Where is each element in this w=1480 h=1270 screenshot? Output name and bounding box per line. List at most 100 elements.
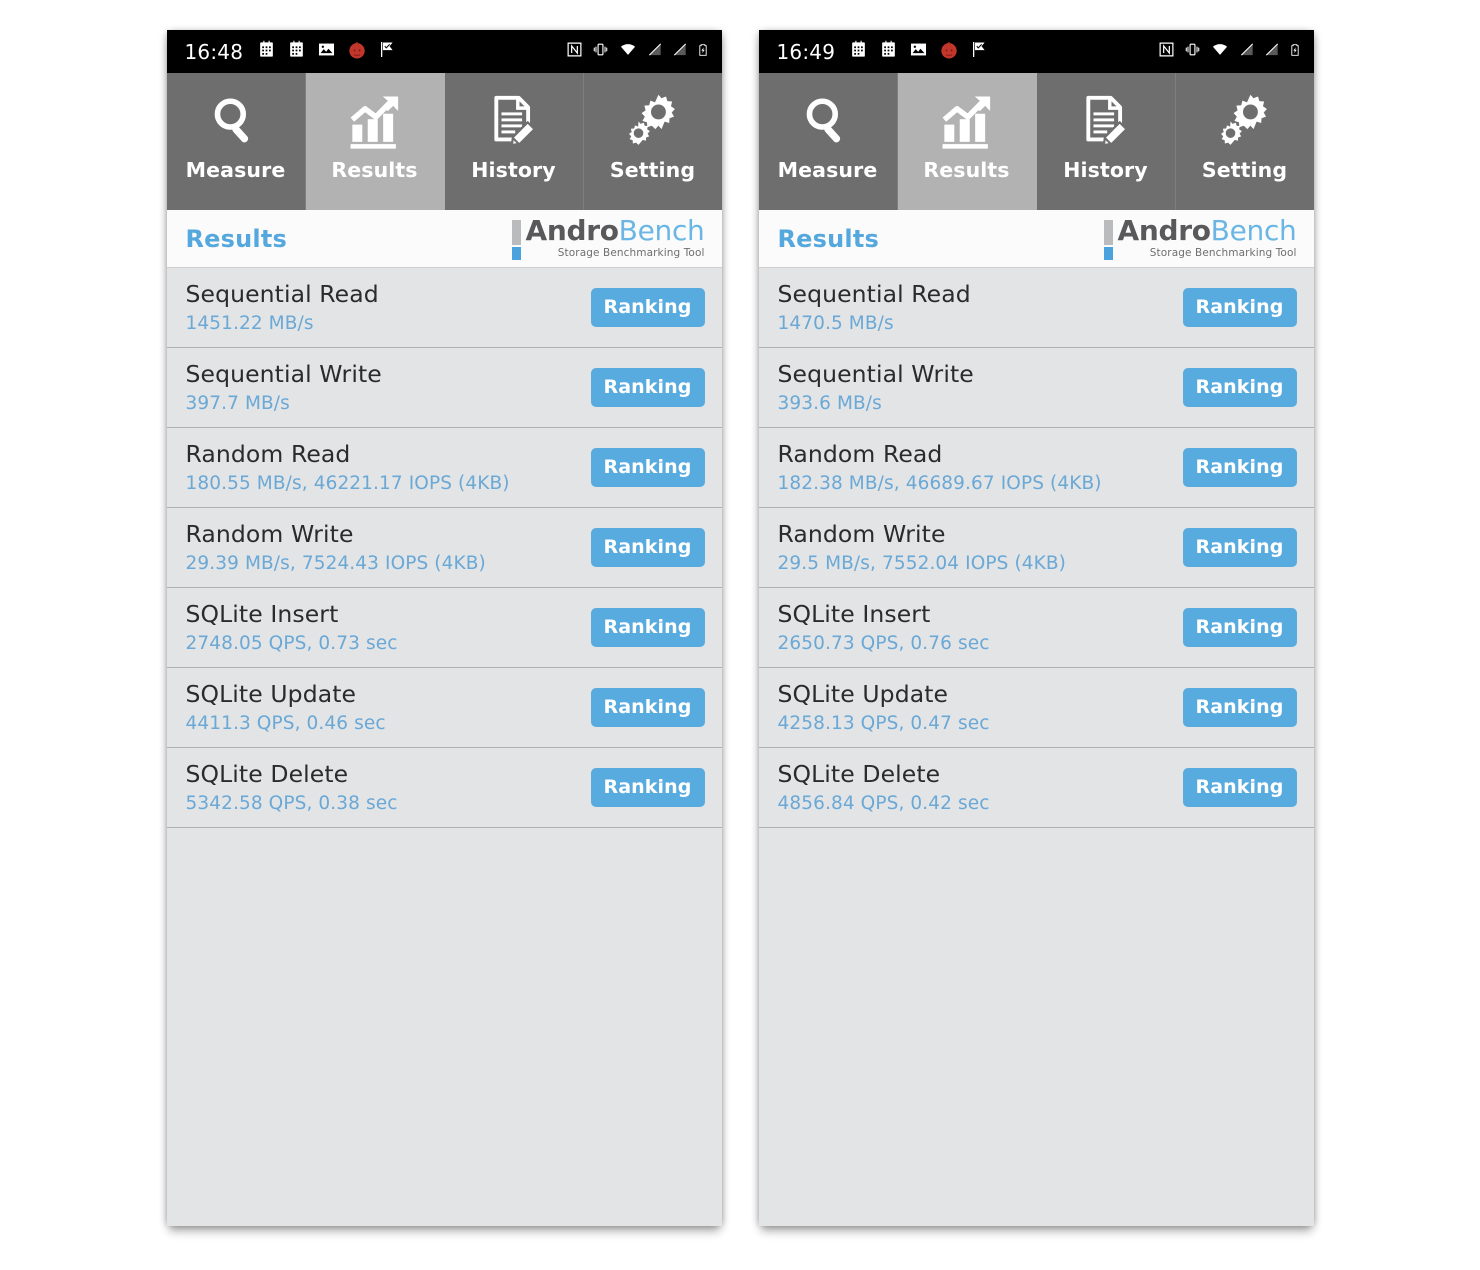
result-row: Random Write 29.5 MB/s, 7552.04 IOPS (4KB… — [758, 508, 1314, 588]
ranking-button[interactable]: Ranking — [1182, 368, 1297, 407]
result-row: Sequential Write 397.7 MB/s Ranking — [166, 348, 722, 428]
ranking-button[interactable]: Ranking — [1182, 768, 1297, 807]
ranking-button[interactable]: Ranking — [1182, 288, 1297, 327]
image-icon — [317, 40, 336, 63]
ranking-button[interactable]: Ranking — [1182, 688, 1297, 727]
ranking-button[interactable]: Ranking — [590, 768, 705, 807]
logo-wordmark: AndroBench Storage Benchmarking Tool — [1117, 214, 1297, 259]
nfc-icon — [1158, 41, 1175, 62]
result-title: SQLite Delete — [185, 760, 349, 788]
app-red-icon — [347, 40, 367, 64]
signal-off-icon — [1264, 41, 1280, 62]
ranking-button[interactable]: Ranking — [1182, 608, 1297, 647]
tab-history[interactable]: History — [444, 73, 584, 210]
result-texts: Sequential Write 397.7 MB/s — [186, 360, 382, 414]
tab-label: Setting — [1201, 158, 1288, 182]
logo-tagline: Storage Benchmarking Tool — [557, 246, 705, 259]
result-value: 180.55 MB/s, 46221.17 IOPS (4KB) — [185, 472, 510, 494]
logo-tagline: Storage Benchmarking Tool — [1149, 246, 1297, 259]
tab-results[interactable]: Results — [897, 73, 1037, 210]
calendar-icon — [879, 40, 898, 63]
ranking-button[interactable]: Ranking — [590, 368, 705, 407]
result-value: 182.38 MB/s, 46689.67 IOPS (4KB) — [777, 472, 1102, 494]
wifi-icon — [618, 41, 638, 62]
page-title: Results — [185, 224, 288, 253]
gears-icon — [1216, 90, 1274, 152]
tab-measure[interactable]: Measure — [758, 73, 898, 210]
tab-history[interactable]: History — [1036, 73, 1176, 210]
result-texts: Random Write 29.5 MB/s, 7552.04 IOPS (4KB… — [778, 520, 1066, 574]
tab-label: Results — [331, 158, 418, 182]
result-texts: Sequential Read 1470.5 MB/s — [777, 280, 971, 334]
result-title: SQLite Update — [185, 680, 357, 708]
result-value: 1470.5 MB/s — [777, 312, 894, 334]
result-texts: Random Read 180.55 MB/s, 46221.17 IOPS (4… — [185, 440, 510, 494]
ranking-button[interactable]: Ranking — [590, 448, 705, 487]
flag-check-icon — [970, 40, 988, 63]
result-value: 2748.05 QPS, 0.73 sec — [185, 632, 398, 654]
phone-panel-left: 16:48 Measure Results History Setting Results… — [166, 30, 722, 1226]
tab-label: Measure — [185, 158, 286, 182]
status-right-icons — [566, 41, 709, 63]
flag-check-icon — [378, 40, 396, 63]
result-texts: SQLite Delete 4856.84 QPS, 0.42 sec — [777, 760, 990, 814]
result-row: SQLite Insert 2650.73 QPS, 0.76 sec Rankin… — [758, 588, 1314, 668]
page-header: Results AndroBench Storage Benchmarking To… — [758, 210, 1314, 268]
screenshot-root: 16:48 Measure Results History Setting Results… — [0, 0, 1480, 1270]
phone-panel-right: 16:49 Measure Results History Setting Results… — [758, 30, 1314, 1226]
calendar-icon — [257, 40, 276, 63]
result-row: Random Write 29.39 MB/s, 7524.43 IOPS (4K… — [166, 508, 722, 588]
tab-measure[interactable]: Measure — [166, 73, 306, 210]
wifi-icon — [1210, 41, 1230, 62]
magnifier-icon — [800, 90, 855, 152]
result-value: 4258.13 QPS, 0.47 sec — [777, 712, 990, 734]
result-row: SQLite Update 4411.3 QPS, 0.46 sec Ranking — [166, 668, 722, 748]
ranking-button[interactable]: Ranking — [590, 288, 705, 327]
result-row: Random Read 180.55 MB/s, 46221.17 IOPS (4… — [166, 428, 722, 508]
result-row: Sequential Read 1470.5 MB/s Ranking — [758, 268, 1314, 348]
ranking-button[interactable]: Ranking — [590, 528, 705, 567]
result-texts: Sequential Write 393.6 MB/s — [777, 360, 974, 414]
tab-results[interactable]: Results — [305, 73, 445, 210]
signal-off-icon — [647, 41, 663, 62]
result-title: SQLite Update — [777, 680, 949, 708]
logo-primary: Andro — [525, 214, 619, 247]
ranking-button[interactable]: Ranking — [1182, 448, 1297, 487]
document-pen-icon — [486, 90, 541, 152]
status-time: 16:48 — [184, 39, 244, 64]
status-bar: 16:49 — [758, 30, 1314, 73]
tab-setting[interactable]: Setting — [583, 73, 722, 210]
tab-bar: Measure Results History Setting — [758, 73, 1314, 210]
vibrate-icon — [592, 41, 609, 62]
image-icon — [909, 40, 928, 63]
calendar-icon — [849, 40, 868, 63]
result-title: SQLite Insert — [185, 600, 339, 628]
ranking-button[interactable]: Ranking — [590, 688, 705, 727]
logo-name: AndroBench — [1117, 214, 1297, 247]
result-value: 4856.84 QPS, 0.42 sec — [777, 792, 990, 814]
result-title: Sequential Write — [777, 360, 974, 388]
result-texts: SQLite Update 4411.3 QPS, 0.46 sec — [185, 680, 386, 734]
result-title: SQLite Insert — [777, 600, 931, 628]
ranking-button[interactable]: Ranking — [590, 608, 705, 647]
tab-bar: Measure Results History Setting — [166, 73, 722, 210]
results-list: Sequential Read 1451.22 MB/s Ranking Sequen… — [166, 268, 722, 1226]
status-bar: 16:48 — [166, 30, 722, 73]
result-texts: SQLite Insert 2748.05 QPS, 0.73 sec — [185, 600, 398, 654]
status-left-icons — [257, 40, 396, 64]
logo-secondary: Bench — [618, 214, 705, 247]
signal-off-icon — [672, 41, 688, 62]
status-right-icons — [1158, 41, 1301, 63]
logo-secondary: Bench — [1210, 214, 1297, 247]
result-value: 4411.3 QPS, 0.46 sec — [185, 712, 386, 734]
logo-name: AndroBench — [525, 214, 705, 247]
result-value: 2650.73 QPS, 0.76 sec — [777, 632, 990, 654]
androbench-logo: AndroBench Storage Benchmarking Tool — [1104, 214, 1297, 260]
result-title: SQLite Delete — [777, 760, 941, 788]
tab-label: Setting — [609, 158, 696, 182]
tab-label: History — [471, 158, 556, 182]
tab-setting[interactable]: Setting — [1175, 73, 1314, 210]
status-time: 16:49 — [776, 39, 836, 64]
result-title: Sequential Read — [185, 280, 379, 308]
ranking-button[interactable]: Ranking — [1182, 528, 1297, 567]
